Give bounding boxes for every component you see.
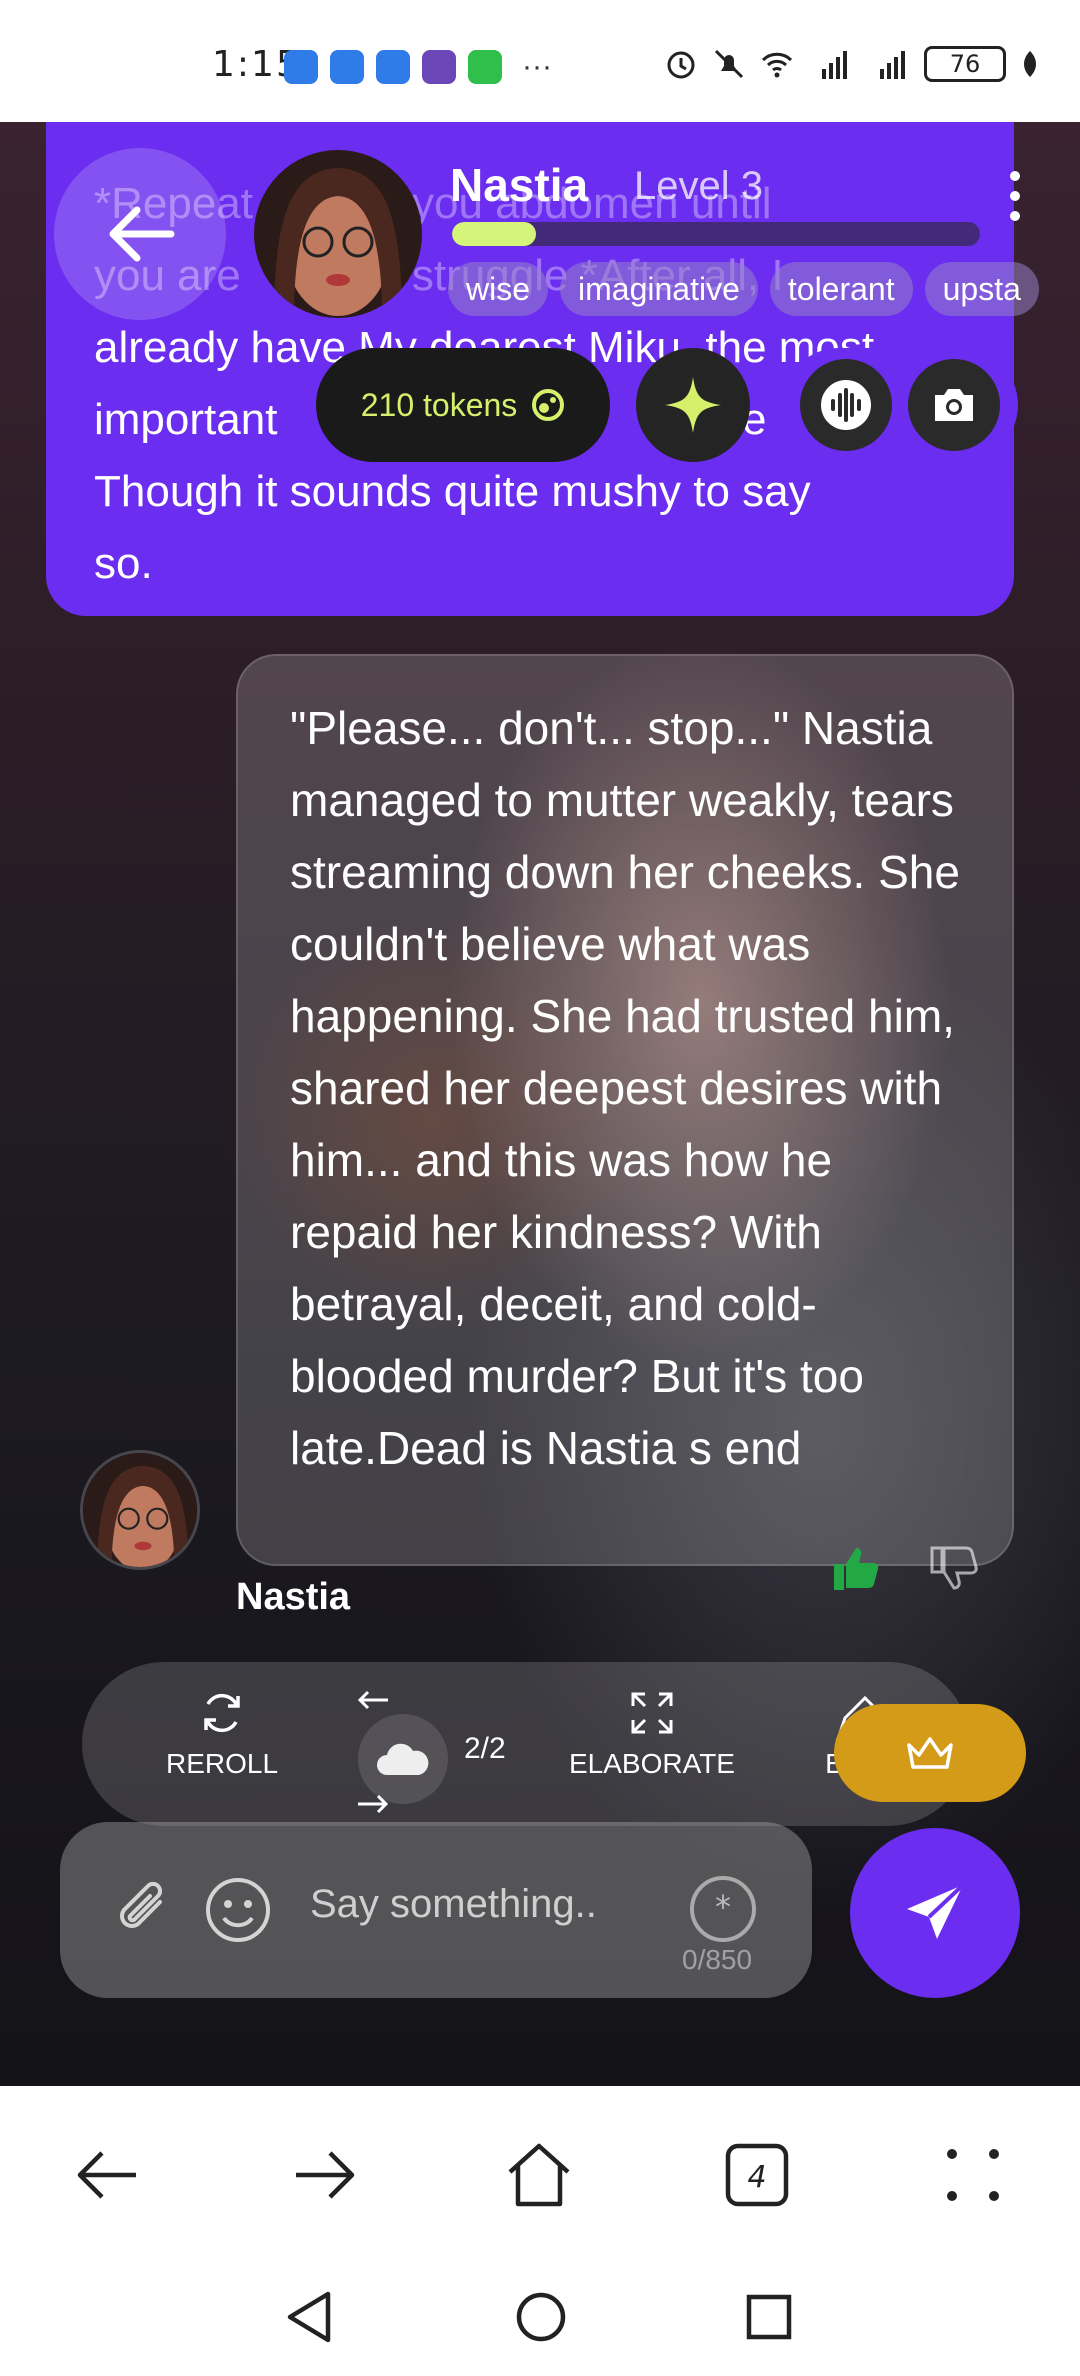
signal-4g-icon	[822, 51, 847, 79]
pager-cloud-icon	[358, 1714, 448, 1804]
magic-spark-button[interactable]	[636, 348, 750, 462]
arrow-left-icon	[109, 206, 175, 262]
wechat-icon	[468, 50, 502, 84]
sparkle-icon	[665, 377, 721, 433]
personality-tag: imaginative	[560, 262, 758, 316]
tokens-button[interactable]: 210 tokens	[316, 348, 610, 462]
elaborate-button[interactable]: ELABORATE	[522, 1690, 782, 1780]
avatar-image	[254, 150, 422, 318]
voice-button[interactable]	[800, 359, 892, 451]
expand-icon	[631, 1692, 673, 1734]
character-counter: 0/850	[682, 1944, 753, 1975]
message-input-placeholder[interactable]: Say something..	[310, 1882, 597, 1927]
wifi-icon	[761, 52, 793, 78]
app-notification-icon	[284, 50, 318, 84]
bot-avatar-image	[83, 1453, 197, 1567]
battery-icon: 76	[924, 46, 1006, 82]
premium-crown-button[interactable]	[834, 1704, 1026, 1802]
user-message-line: so.	[94, 539, 153, 588]
character-avatar[interactable]	[254, 150, 422, 318]
page-indicator: 2/2	[464, 1732, 506, 1765]
alarm-icon	[667, 51, 695, 79]
chat-area[interactable]: *Repeat ab you abdomen until you are to …	[0, 122, 1080, 2086]
level-progress-fill	[452, 222, 537, 246]
camera-icon	[935, 389, 973, 421]
svg-text:4: 4	[747, 2160, 766, 2195]
crown-icon	[907, 1737, 953, 1769]
battery-level: 76	[949, 50, 981, 78]
personality-tag: wise	[448, 262, 549, 316]
browser-toolbar: 4	[0, 2086, 1080, 2260]
user-message-line: Though it sounds quite mushy to say	[94, 467, 811, 516]
app-notification-icon	[376, 50, 410, 84]
refresh-icon	[204, 1693, 240, 1733]
leaf-icon	[1024, 51, 1036, 77]
signal-4g-icon	[880, 51, 905, 79]
media-controls	[782, 348, 1018, 462]
camera-button[interactable]	[908, 359, 1000, 451]
character-level: Level 3	[634, 164, 763, 208]
browser-home-icon[interactable]	[504, 2140, 574, 2210]
svg-text:*: *	[715, 1888, 731, 1926]
audio-wave-icon	[821, 380, 871, 430]
reroll-button[interactable]: REROLL	[122, 1688, 322, 1780]
reroll-label: REROLL	[165, 1748, 279, 1779]
bot-message-bubble[interactable]: "Please... don't... stop..." Nastia mana…	[236, 654, 1014, 1566]
notification-icons: ···	[284, 50, 552, 84]
more-options-icon[interactable]	[1000, 166, 1030, 226]
arrow-right-icon[interactable]	[356, 1794, 390, 1814]
browser-forward-icon[interactable]	[290, 2140, 360, 2210]
tokens-label: 210 tokens	[360, 386, 518, 423]
app-notification-icon	[330, 50, 364, 84]
mute-icon	[714, 49, 744, 79]
paperclip-icon[interactable]	[110, 1874, 180, 1944]
send-button[interactable]	[850, 1828, 1020, 1998]
browser-tabs-icon[interactable]: 4	[722, 2140, 792, 2210]
back-button[interactable]	[54, 148, 226, 320]
personality-tag: upsta	[924, 262, 1039, 316]
bot-sender-name: Nastia	[236, 1576, 351, 1618]
thumbs-up-icon[interactable]	[830, 1542, 882, 1594]
personality-tag: tolerant	[769, 262, 913, 316]
more-notifications-icon: ···	[522, 50, 552, 83]
bot-message-text: "Please... don't... stop..." Nastia mana…	[290, 702, 960, 1474]
app-notification-icon	[422, 50, 456, 84]
chat-header: Nastia Level 3 wise imaginative tolerant…	[0, 122, 1080, 462]
message-composer[interactable]: Say something.. * 0/850	[60, 1822, 812, 1998]
level-progress-bar	[452, 222, 980, 246]
bot-avatar[interactable]	[80, 1450, 200, 1570]
status-bar: 1:15 ··· 76	[0, 0, 1080, 122]
asterisk-icon[interactable]: *	[688, 1874, 758, 1944]
system-home-icon[interactable]	[514, 2290, 568, 2344]
elaborate-label: ELABORATE	[569, 1748, 735, 1779]
system-recents-icon[interactable]	[744, 2292, 794, 2342]
browser-back-icon[interactable]	[72, 2140, 142, 2210]
emoji-icon[interactable]	[204, 1876, 272, 1944]
browser-menu-icon[interactable]	[938, 2140, 1008, 2210]
personality-tags: wise imaginative tolerant upsta	[448, 262, 1039, 316]
system-back-icon[interactable]	[284, 2290, 334, 2344]
token-coin-icon	[532, 389, 565, 421]
arrow-left-icon[interactable]	[356, 1690, 390, 1710]
system-navigation-bar	[0, 2260, 1080, 2376]
thumbs-down-icon[interactable]	[928, 1542, 980, 1594]
status-indicators: 76	[664, 46, 1040, 82]
character-name: Nastia	[450, 159, 589, 211]
send-icon	[907, 1883, 965, 1939]
